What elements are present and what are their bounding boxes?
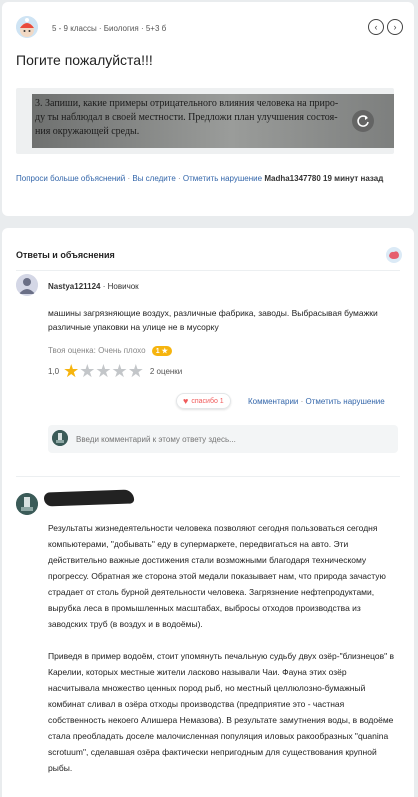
answer1-author-avatar[interactable]	[16, 274, 38, 296]
ask-more-explanations-link[interactable]: Попроси больше объяснений	[16, 174, 125, 183]
your-rating-row: Твоя оценка: Очень плохо 1 ★	[48, 346, 172, 356]
question-card: 5 - 9 классы · Биология · 5+3 б ‹ › Поги…	[2, 2, 414, 216]
heart-icon: ♥	[183, 396, 189, 406]
attachment-line-3: ния окружающей среды.	[35, 126, 140, 137]
comments-link[interactable]: Комментарии	[248, 397, 298, 406]
rating-star-1[interactable]: ★	[63, 362, 79, 380]
rating-star-2[interactable]: ★	[79, 362, 95, 380]
rating-value: 1,0	[48, 366, 60, 376]
ratings-count: 2 оценки	[149, 366, 183, 376]
answer1-author-name[interactable]: Nastya121124	[48, 282, 101, 291]
thanks-label: спасибо 1	[191, 397, 224, 405]
following-link[interactable]: Вы следите	[132, 174, 175, 183]
rotate-image-button[interactable]	[352, 110, 374, 132]
rating-star-4[interactable]: ★	[112, 362, 128, 380]
comment-box	[48, 425, 398, 453]
rating-star-3[interactable]: ★	[95, 362, 111, 380]
attachment-line-1: 3. Запиши, какие примеры отрицательного …	[35, 98, 339, 109]
chevron-left-icon: ‹	[374, 22, 378, 32]
answer2-paragraph-2: Приведя в пример водоём, стоит упомянуть…	[48, 651, 395, 773]
answer1-text: машины загрязняющие воздух, различные фа…	[48, 308, 378, 332]
prev-question-button[interactable]: ‹	[368, 19, 384, 35]
answer1-author-rank: · Новичок	[102, 282, 139, 291]
report-question-link[interactable]: Отметить нарушение	[183, 174, 262, 183]
question-author-avatar[interactable]	[16, 16, 38, 38]
question-meta: 5 - 9 классы · Биология · 5+3 б	[52, 24, 167, 33]
rotate-icon	[357, 115, 369, 127]
your-rating-label: Твоя оценка: Очень плохо	[48, 346, 146, 355]
answers-brain-icon	[386, 247, 402, 263]
answer2-paragraph-1: Результаты жизнедеятельности человека по…	[48, 523, 386, 629]
commenter-avatar	[52, 430, 68, 446]
question-attachment-image[interactable]: 3. Запиши, какие примеры отрицательного …	[16, 88, 394, 154]
question-title: Погите пожалуйста!!!	[16, 52, 153, 68]
comment-input[interactable]	[76, 430, 390, 448]
your-rating-badge: 1 ★	[151, 346, 172, 356]
rating-star-5[interactable]: ★	[128, 362, 144, 380]
rating-row: 1,0 ★ ★ ★ ★ ★ 2 оценки	[48, 362, 182, 380]
next-question-button[interactable]: ›	[387, 19, 403, 35]
answer1-author-line: Nastya121124 · Новичок	[48, 282, 139, 291]
answer1-actions: Комментарии · Отметить нарушение	[248, 397, 385, 406]
attachment-photo: 3. Запиши, какие примеры отрицательного …	[32, 94, 394, 148]
answer2-author-name-redacted	[43, 489, 135, 507]
answer2-author-avatar[interactable]	[16, 493, 38, 515]
attachment-line-2: ду ты наблюдал в своей местности. Предло…	[35, 112, 338, 123]
answers-header: Ответы и объяснения	[16, 250, 115, 260]
question-time: 19 минут назад	[323, 174, 384, 183]
answers-card: Ответы и объяснения Nastya121124 · Нович…	[2, 228, 414, 797]
question-author-name[interactable]: Madha1347780	[264, 174, 320, 183]
report-answer-link[interactable]: Отметить нарушение	[306, 397, 385, 406]
question-footer: Попроси больше объяснений · Вы следите ·…	[16, 174, 384, 183]
chevron-right-icon: ›	[393, 22, 397, 32]
thanks-button[interactable]: ♥ спасибо 1	[176, 393, 231, 409]
